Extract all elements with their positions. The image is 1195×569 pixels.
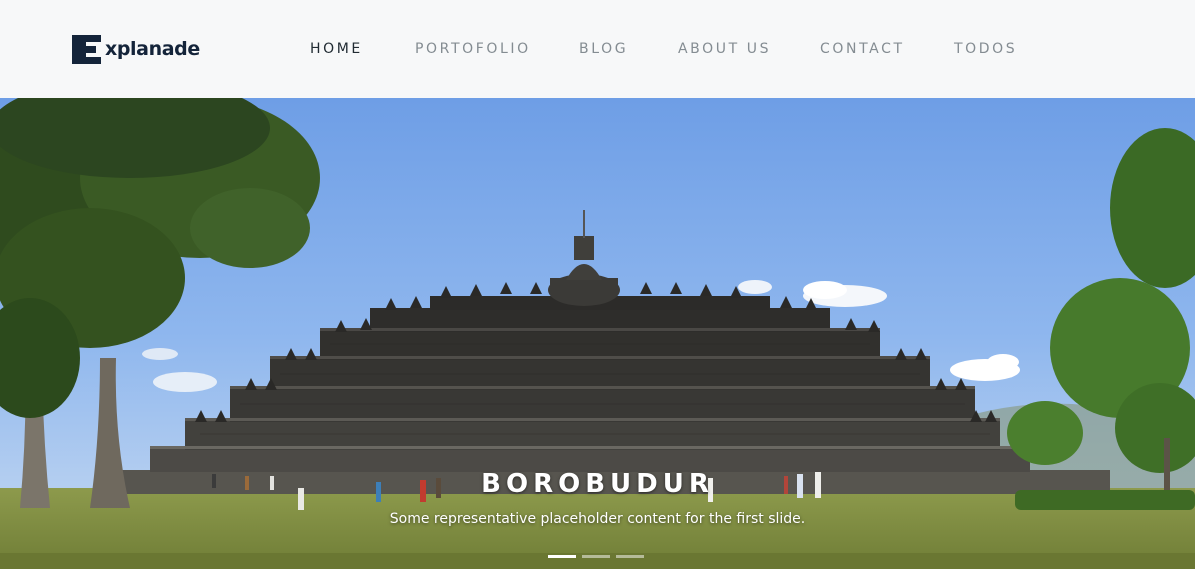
carousel-indicator-1[interactable] — [548, 555, 576, 558]
slide-caption: Some representative placeholder content … — [389, 511, 806, 527]
slide-title: BOROBUDUR — [481, 469, 714, 499]
navbar: xplanade HOME PORTOFOLIO BLOG ABOUT US C… — [0, 0, 1195, 98]
brand-mark-icon — [72, 34, 101, 64]
nav-item-todos[interactable]: TODOS — [954, 40, 1017, 58]
nav-item-home[interactable]: HOME — [310, 40, 363, 58]
brand-logo[interactable]: xplanade — [72, 34, 200, 64]
nav-item-portofolio[interactable]: PORTOFOLIO — [415, 40, 531, 58]
carousel-indicator-3[interactable] — [616, 555, 644, 558]
nav-item-about-us[interactable]: ABOUT US — [678, 40, 771, 58]
brand-name: xplanade — [105, 38, 200, 60]
hero-carousel[interactable]: BOROBUDUR Some representative placeholde… — [0, 98, 1195, 569]
nav-item-contact[interactable]: CONTACT — [820, 40, 905, 58]
carousel-indicators — [548, 555, 644, 558]
carousel-indicator-2[interactable] — [582, 555, 610, 558]
nav-item-blog[interactable]: BLOG — [579, 40, 628, 58]
